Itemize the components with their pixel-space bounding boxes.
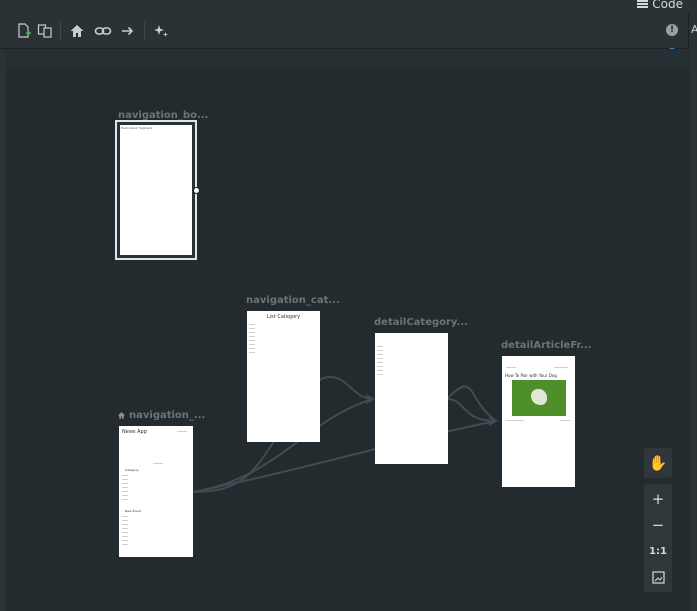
toolbar-divider	[60, 22, 61, 40]
destination-screen-navigation-cat[interactable]: List Category	[247, 311, 320, 442]
zoom-controls: ✋ + − 1:1	[644, 448, 672, 592]
code-view-icon	[637, 0, 649, 8]
zoom-to-fit-icon	[651, 570, 665, 584]
actual-size-button[interactable]: 1:1	[644, 538, 672, 564]
toolbar-divider	[144, 22, 145, 40]
screen-title: List Category	[267, 314, 301, 320]
destination-screen-detail-category[interactable]	[375, 333, 448, 464]
sparkle-icon[interactable]	[151, 21, 171, 41]
section-label: New Event	[125, 509, 142, 513]
zoom-out-button[interactable]: −	[644, 512, 672, 538]
warning-icon[interactable]: !	[666, 24, 678, 36]
home-icon[interactable]	[67, 21, 87, 41]
destination-label[interactable]: navigation_cat...	[246, 295, 340, 306]
split-view-icon[interactable]	[691, 0, 697, 9]
link-icon[interactable]	[93, 21, 113, 41]
attributes-tab[interactable]: A	[691, 23, 697, 36]
screen-text: Hello blank fragment	[121, 126, 153, 130]
destination-screen-navigation-bo[interactable]: Hello blank fragment	[115, 120, 197, 260]
action-anchor[interactable]	[193, 187, 200, 194]
new-destination-icon[interactable]	[14, 21, 34, 41]
destination-label[interactable]: detailCategory...	[374, 317, 468, 328]
pan-tool-button[interactable]: ✋	[644, 448, 672, 478]
destination-label-text: navigation_...	[129, 410, 206, 421]
top-strip: Code	[0, 0, 697, 13]
code-view-label: Code	[652, 0, 683, 11]
action-arrow-icon[interactable]	[118, 21, 138, 41]
article-image	[512, 380, 566, 416]
home-destination-icon	[117, 412, 126, 419]
destination-screen-detail-article[interactable]: How To Pair with Your Dog	[502, 356, 575, 487]
section-label: Category	[125, 468, 139, 472]
canvas-header-bar	[6, 49, 690, 69]
zoom-in-button[interactable]: +	[644, 486, 672, 512]
nav-editor-toolbar	[0, 13, 690, 49]
destination-label[interactable]: navigation_...	[117, 410, 205, 421]
destination-label[interactable]: detailArticleFr...	[501, 340, 591, 351]
zoom-to-fit-button[interactable]	[644, 564, 672, 590]
duplicate-icon[interactable]	[35, 21, 55, 41]
destination-screen-navigation-home[interactable]: News App Category New Event	[119, 426, 193, 557]
navigation-graph-canvas[interactable]: navigation_bo... Hello blank fragment na…	[6, 69, 690, 611]
screen-title: News App	[122, 429, 147, 435]
destination-label[interactable]: navigation_bo...	[118, 110, 208, 121]
screen-title: How To Pair with Your Dog	[505, 373, 557, 378]
code-view-button[interactable]: Code	[637, 0, 683, 11]
